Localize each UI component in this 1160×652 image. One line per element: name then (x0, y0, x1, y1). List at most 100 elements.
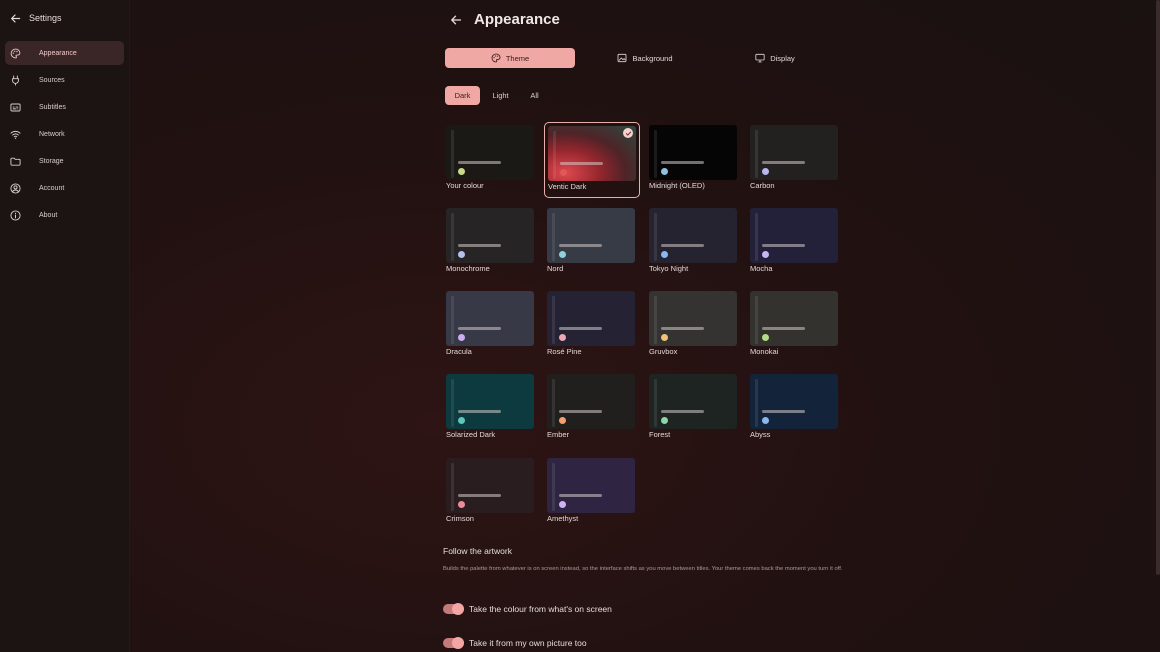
theme-card-tokyo-night[interactable]: Tokyo Night (646, 205, 742, 281)
sidebar-item-label: About (39, 211, 58, 219)
theme-preview (547, 208, 635, 263)
tab-theme[interactable]: Theme (445, 48, 575, 68)
toggle-label: Take it from my own picture too (469, 638, 587, 648)
accent-dot (661, 334, 668, 341)
preview-bar (458, 410, 501, 413)
preview-bar (661, 410, 704, 413)
sidebar-item-label: Account (39, 184, 65, 192)
preview-rail (654, 379, 657, 427)
sidebar-header: Settings (10, 11, 62, 25)
accent-dot (661, 168, 668, 175)
accent-dot (762, 251, 769, 258)
theme-card-abyss[interactable]: Abyss (747, 371, 843, 447)
filter-dark[interactable]: Dark (445, 86, 480, 105)
account-icon (10, 182, 21, 194)
theme-preview (446, 374, 534, 429)
theme-card-monokai[interactable]: Monokai (747, 288, 843, 364)
theme-label: Carbon (750, 181, 775, 190)
toggle-row-own-picture[interactable]: Take it from my own picture too (443, 637, 587, 649)
filter-light[interactable]: Light (484, 86, 517, 105)
theme-card-solarized-dark[interactable]: Solarized Dark (443, 371, 539, 447)
sidebar-item-label: Network (39, 130, 65, 138)
theme-card-midnight-oled[interactable]: Midnight (OLED) (646, 122, 742, 198)
preview-rail (755, 130, 758, 178)
theme-preview (446, 458, 534, 513)
preview-rail (451, 379, 454, 427)
theme-preview (547, 458, 635, 513)
checkmark-icon (623, 128, 633, 138)
theme-card-ventic-dark[interactable]: Ventic Dark (544, 122, 640, 198)
preview-bar (458, 327, 501, 330)
sidebar-item-appearance[interactable]: Appearance (5, 41, 124, 65)
theme-label: Abyss (750, 430, 771, 439)
preview-bar (458, 244, 501, 247)
theme-card-ember[interactable]: Ember (544, 371, 640, 447)
sidebar: Settings Appearance Sources Subtitles Ne… (0, 0, 130, 652)
sidebar-item-about[interactable]: About (5, 203, 124, 227)
filter-all[interactable]: All (521, 86, 548, 105)
sidebar-title: Settings (29, 13, 62, 23)
preview-bar (762, 244, 805, 247)
tab-label: Display (770, 53, 795, 63)
sidebar-item-network[interactable]: Network (5, 122, 124, 146)
theme-card-carbon[interactable]: Carbon (747, 122, 843, 198)
toggle-knob (452, 603, 464, 615)
theme-card-mocha[interactable]: Mocha (747, 205, 843, 281)
theme-card-gruvbox[interactable]: Gruvbox (646, 288, 742, 364)
sidebar-item-account[interactable]: Account (5, 176, 124, 200)
preview-rail (654, 213, 657, 261)
theme-card-monochrome[interactable]: Monochrome (443, 205, 539, 281)
theme-preview (750, 125, 838, 180)
theme-preview (649, 374, 737, 429)
accent-dot (762, 334, 769, 341)
sidebar-item-subtitles[interactable]: Subtitles (5, 95, 124, 119)
page-title: Appearance (474, 11, 560, 28)
sidebar-item-storage[interactable]: Storage (5, 149, 124, 173)
preview-bar (661, 244, 704, 247)
accent-dot (762, 417, 769, 424)
plug-icon (10, 74, 21, 86)
toggle-switch[interactable] (443, 637, 464, 649)
theme-preview (446, 291, 534, 346)
preview-bar (762, 327, 805, 330)
preview-rail (755, 296, 758, 344)
sidebar-item-sources[interactable]: Sources (5, 68, 124, 92)
theme-preview (649, 208, 737, 263)
theme-card-forest[interactable]: Forest (646, 371, 742, 447)
image-icon (617, 53, 627, 63)
accent-dot (559, 334, 566, 341)
accent-dot (560, 169, 567, 176)
toggle-label: Take the colour from what's on screen (469, 604, 612, 614)
accent-dot (458, 501, 465, 508)
theme-card-crimson[interactable]: Crimson (443, 455, 539, 531)
theme-card-nord[interactable]: Nord (544, 205, 640, 281)
theme-label: Rosé Pine (547, 347, 582, 356)
back-arrow-icon[interactable] (450, 14, 462, 26)
theme-preview (750, 291, 838, 346)
tab-label: Theme (505, 53, 530, 63)
toggle-row-screen-colour[interactable]: Take the colour from what's on screen (443, 603, 612, 615)
scrollbar[interactable] (1156, 0, 1160, 575)
preview-bar (560, 162, 603, 165)
sidebar-item-label: Storage (39, 157, 64, 165)
preview-rail (552, 463, 555, 511)
preview-rail (553, 131, 556, 179)
accent-dot (661, 251, 668, 258)
tab-display[interactable]: Display (710, 48, 840, 68)
toggle-switch[interactable] (443, 603, 464, 615)
back-arrow-icon[interactable] (10, 13, 21, 24)
accent-dot (458, 417, 465, 424)
theme-card-your-colour[interactable]: Your colour (443, 122, 539, 198)
preview-bar (762, 161, 805, 164)
theme-label: Tokyo Night (649, 264, 689, 273)
theme-preview (547, 291, 635, 346)
theme-card-ros-pine[interactable]: Rosé Pine (544, 288, 640, 364)
theme-card-dracula[interactable]: Dracula (443, 288, 539, 364)
toggle-knob (452, 637, 464, 649)
preview-bar (762, 410, 805, 413)
info-icon (10, 209, 21, 221)
theme-preview (446, 125, 534, 180)
theme-card-amethyst[interactable]: Amethyst (544, 455, 640, 531)
tab-background[interactable]: Background (580, 48, 710, 68)
preview-bar (559, 244, 602, 247)
